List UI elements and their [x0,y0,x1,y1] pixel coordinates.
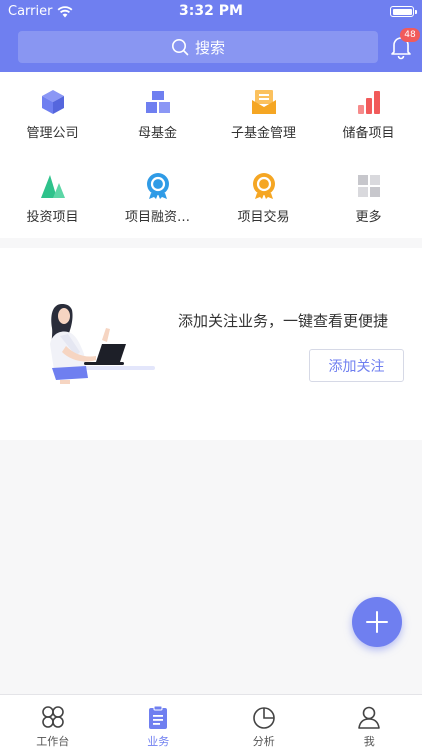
tab-business[interactable]: 业务 [106,695,212,750]
workbench-icon [41,706,64,728]
more-grid-icon [357,175,380,197]
grid-item-sub-fund[interactable]: 子基金管理 [211,72,316,142]
grid-item-reserve-projects[interactable]: 储备项目 [316,72,421,142]
search-bar[interactable]: 搜索 [18,31,378,63]
bottom-tab-bar: 工作台 业务 分析 我 [0,694,422,750]
tab-analysis[interactable]: 分析 [211,695,317,750]
grid-item-label: 项目交易 [237,210,290,225]
blocks-icon [145,91,170,113]
grid-item-label: 项目融资… [124,210,190,225]
tab-workbench[interactable]: 工作台 [0,695,106,750]
grid-item-label: 子基金管理 [230,126,296,141]
tab-label: 工作台 [36,735,70,748]
search-icon [171,39,189,56]
user-icon [358,706,381,729]
follow-empty-state: 添加关注业务，一键查看更便捷 添加关注 [0,248,422,440]
grid-item-label: 更多 [355,210,382,225]
grid-item-more[interactable]: 更多 [316,156,421,226]
medal-icon [146,173,169,199]
tab-label: 业务 [147,735,170,748]
status-bar: Carrier 3:32 PM [0,0,422,24]
grid-item-label: 母基金 [137,126,177,141]
clipboard-icon [149,705,168,729]
notification-badge: 48 [400,28,420,42]
battery-icon [390,6,417,17]
award-icon [252,173,275,199]
grid-item-project-trading[interactable]: 项目交易 [211,156,316,226]
add-follow-button[interactable]: 添加关注 [309,349,404,382]
pie-chart-icon [252,707,275,729]
grid-item-mother-fund[interactable]: 母基金 [105,72,210,142]
follow-message: 添加关注业务，一键查看更便捷 [178,312,389,330]
grid-item-investment-projects[interactable]: 投资项目 [0,156,105,226]
grid-item-label: 管理公司 [26,126,79,141]
grid-item-label: 储备项目 [342,126,395,141]
grid-item-label: 投资项目 [26,210,79,225]
module-grid: 管理公司 母基金 子基金管理 储备项目 投资项目 项目融资… 项目交易 更多 [0,72,422,238]
envelope-icon [251,90,276,114]
add-fab-button[interactable] [352,597,402,647]
cube-icon [41,90,64,114]
grid-item-project-financing[interactable]: 项目融资… [105,156,210,226]
plus-icon [366,611,388,633]
tab-me[interactable]: 我 [317,695,422,750]
woman-laptop-illustration [50,304,155,384]
search-placeholder: 搜索 [194,38,225,57]
tab-label: 分析 [252,735,275,748]
clock: 3:32 PM [179,3,243,19]
mountain-icon [40,175,65,198]
grid-item-management-company[interactable]: 管理公司 [0,72,105,142]
bar-chart-icon [357,91,380,114]
tab-label: 我 [363,735,375,748]
app-header: Carrier 3:32 PM 搜索 48 [0,0,422,72]
